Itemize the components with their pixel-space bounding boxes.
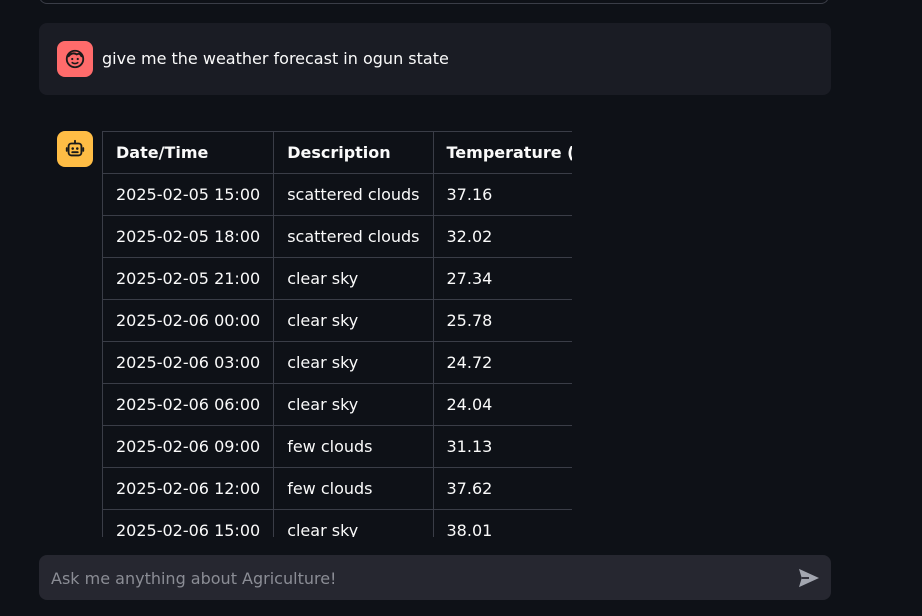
- cell-temperature: 24.72: [432, 341, 572, 384]
- cell-description: scattered clouds: [273, 173, 434, 216]
- cell-temperature: 37.62: [432, 467, 572, 510]
- table-row: 2025-02-06 15:00 clear sky 38.01: [102, 509, 572, 537]
- forecast-table: Date/Time Description Temperature (°C) 2…: [102, 131, 572, 537]
- cell-description: clear sky: [273, 509, 434, 537]
- bot-avatar: [57, 131, 93, 167]
- table-row: 2025-02-05 21:00 clear sky 27.34: [102, 257, 572, 300]
- send-button[interactable]: [797, 566, 821, 590]
- chat-input[interactable]: [49, 555, 783, 602]
- cell-datetime: 2025-02-05 21:00: [102, 257, 275, 300]
- cell-description: few clouds: [273, 425, 434, 468]
- cell-datetime: 2025-02-05 15:00: [102, 173, 275, 216]
- table-row: 2025-02-06 06:00 clear sky 24.04: [102, 383, 572, 426]
- cell-temperature: 38.01: [432, 509, 572, 537]
- cell-description: clear sky: [273, 383, 434, 426]
- cell-description: clear sky: [273, 341, 434, 384]
- previous-container-edge: [39, 0, 829, 4]
- cell-description: clear sky: [273, 257, 434, 300]
- robot-icon: [65, 139, 85, 157]
- cell-datetime: 2025-02-06 09:00: [102, 425, 275, 468]
- column-header-description: Description: [273, 131, 434, 174]
- cell-temperature: 31.13: [432, 425, 572, 468]
- cell-description: clear sky: [273, 299, 434, 342]
- cell-datetime: 2025-02-06 12:00: [102, 467, 275, 510]
- chat-page: give me the weather forecast in ogun sta…: [0, 0, 922, 616]
- chat-input-bar: [39, 555, 831, 602]
- user-avatar: [57, 41, 93, 77]
- forecast-table-container[interactable]: Date/Time Description Temperature (°C) 2…: [102, 131, 572, 537]
- smiley-face-icon: [65, 49, 85, 69]
- cell-datetime: 2025-02-06 15:00: [102, 509, 275, 537]
- cell-temperature: 32.02: [432, 215, 572, 258]
- cell-temperature: 37.16: [432, 173, 572, 216]
- user-message-text: give me the weather forecast in ogun sta…: [102, 49, 449, 68]
- table-header-row: Date/Time Description Temperature (°C): [102, 131, 572, 174]
- cell-datetime: 2025-02-06 00:00: [102, 299, 275, 342]
- table-row: 2025-02-06 00:00 clear sky 25.78: [102, 299, 572, 342]
- cell-temperature: 25.78: [432, 299, 572, 342]
- cell-temperature: 27.34: [432, 257, 572, 300]
- send-icon: [799, 568, 819, 588]
- cell-description: few clouds: [273, 467, 434, 510]
- table-row: 2025-02-06 12:00 few clouds 37.62: [102, 467, 572, 510]
- cell-temperature: 24.04: [432, 383, 572, 426]
- cell-datetime: 2025-02-06 06:00: [102, 383, 275, 426]
- cell-description: scattered clouds: [273, 215, 434, 258]
- user-message: give me the weather forecast in ogun sta…: [39, 23, 831, 95]
- table-row: 2025-02-06 09:00 few clouds 31.13: [102, 425, 572, 468]
- column-header-temperature: Temperature (°C): [432, 131, 572, 174]
- table-row: 2025-02-06 03:00 clear sky 24.72: [102, 341, 572, 384]
- table-row: 2025-02-05 15:00 scattered clouds 37.16: [102, 173, 572, 216]
- column-header-datetime: Date/Time: [102, 131, 275, 174]
- cell-datetime: 2025-02-05 18:00: [102, 215, 275, 258]
- cell-datetime: 2025-02-06 03:00: [102, 341, 275, 384]
- table-row: 2025-02-05 18:00 scattered clouds 32.02: [102, 215, 572, 258]
